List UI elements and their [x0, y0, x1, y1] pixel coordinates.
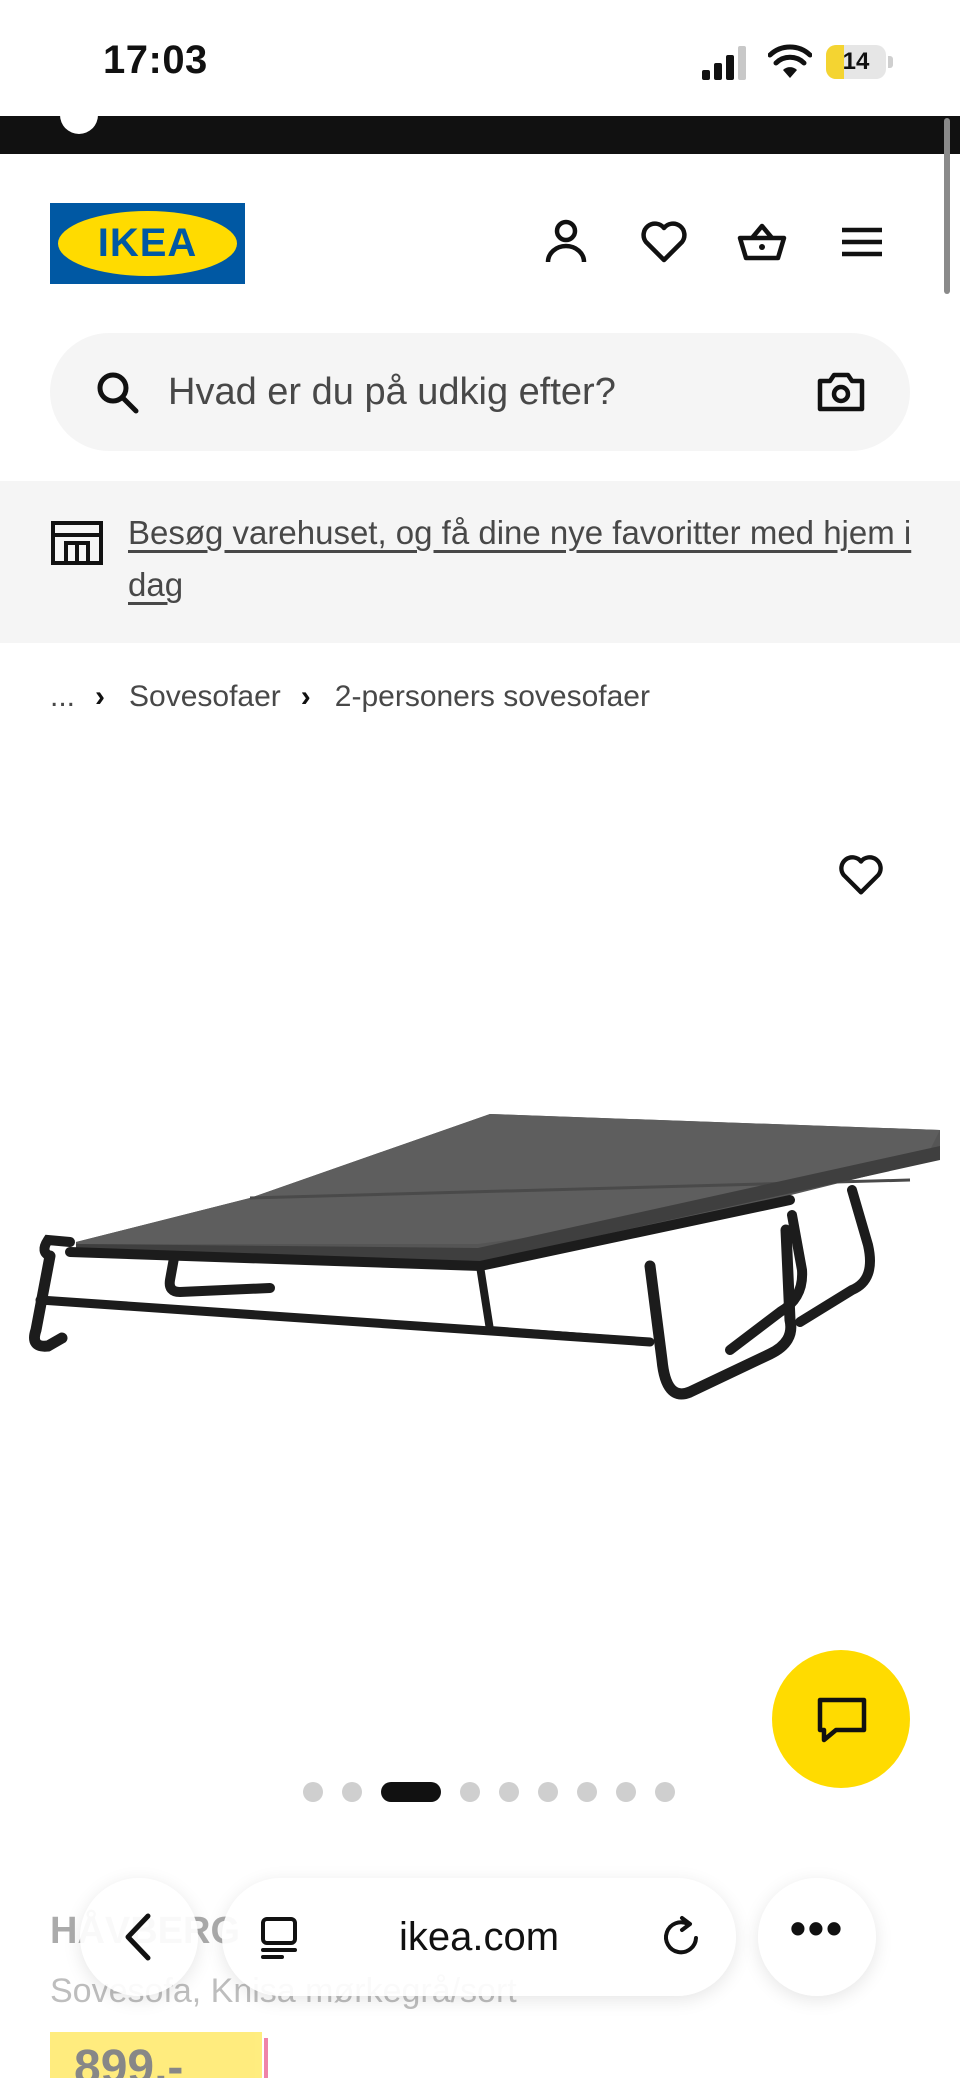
battery-level-text: 14	[842, 48, 870, 75]
search-placeholder: Hvad er du på udkig efter?	[168, 371, 616, 413]
site-header: IKEA	[0, 154, 960, 324]
back-button[interactable]	[80, 1878, 198, 1996]
more-icon: •••	[789, 1902, 845, 1954]
signal-icon	[702, 46, 746, 80]
breadcrumb-ellipsis[interactable]: ...	[50, 680, 75, 714]
gallery-dot[interactable]	[538, 1782, 558, 1802]
heart-icon[interactable]	[638, 216, 690, 268]
gallery-pagination	[0, 1777, 960, 1807]
gallery-dot[interactable]	[577, 1782, 597, 1802]
more-button[interactable]: •••	[758, 1878, 876, 1996]
wifi-icon	[768, 44, 812, 78]
ikea-logo[interactable]: IKEA	[50, 203, 245, 284]
breadcrumb-item[interactable]: 2-personers sovesofaer	[335, 680, 650, 714]
gallery-dot[interactable]	[655, 1782, 675, 1802]
store-visit-banner[interactable]: Besøg varehuset, og få dine nye favoritt…	[0, 481, 960, 643]
reload-icon[interactable]	[658, 1914, 704, 1960]
browser-toolbar: ikea.com •••	[0, 1860, 960, 2078]
favorite-heart-icon[interactable]	[836, 850, 886, 900]
store-visit-link[interactable]: Besøg varehuset, og få dine nye favoritt…	[128, 507, 918, 611]
logo-text: IKEA	[97, 221, 198, 265]
chat-button[interactable]	[772, 1650, 910, 1788]
status-time: 17:03	[103, 38, 208, 82]
product-image[interactable]	[10, 1030, 950, 1530]
gallery-dot[interactable]	[381, 1782, 441, 1802]
address-bar[interactable]: ikea.com	[222, 1878, 736, 1996]
camera-icon[interactable]	[817, 369, 865, 415]
status-bar: 17:03 14	[0, 0, 960, 116]
chevron-right-icon: ›	[300, 680, 311, 713]
battery-icon: 14	[826, 45, 894, 79]
gallery-dot[interactable]	[342, 1782, 362, 1802]
gallery-dot[interactable]	[499, 1782, 519, 1802]
search-icon	[97, 372, 139, 414]
top-banner-bar	[0, 110, 960, 154]
search-bar[interactable]: Hvad er du på udkig efter?	[50, 333, 910, 451]
account-icon[interactable]	[540, 216, 592, 268]
gallery-dot[interactable]	[303, 1782, 323, 1802]
back-icon	[125, 1913, 151, 1961]
chevron-right-icon: ›	[95, 680, 106, 713]
basket-icon[interactable]	[736, 216, 788, 268]
store-icon	[51, 521, 103, 565]
menu-icon[interactable]	[836, 216, 888, 268]
gallery-dot[interactable]	[460, 1782, 480, 1802]
breadcrumb-item[interactable]: Sovesofaer	[129, 680, 281, 714]
breadcrumb: ... › Sovesofaer › 2-personers sovesofae…	[50, 672, 650, 722]
product-gallery[interactable]	[0, 740, 960, 1860]
chat-icon	[817, 1697, 867, 1743]
gallery-dot[interactable]	[616, 1782, 636, 1802]
